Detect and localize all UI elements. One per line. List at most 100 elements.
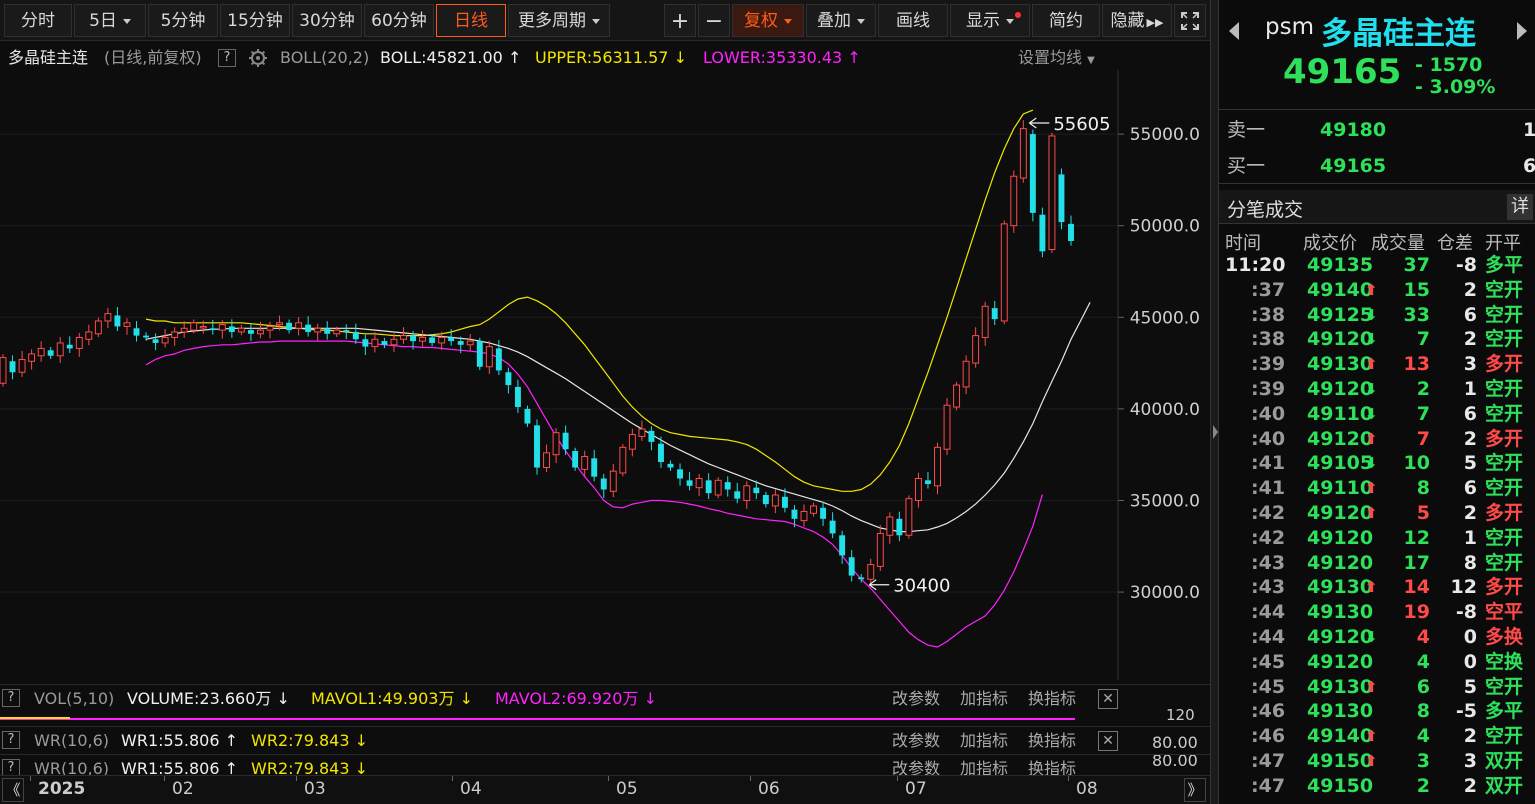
- tick-volume: 6: [1416, 675, 1430, 698]
- hide-panel-button[interactable]: 隐藏 ▶▶: [1102, 4, 1172, 37]
- candle: [343, 324, 350, 340]
- candle-body: [476, 341, 483, 367]
- simple-mode-button[interactable]: 简约: [1032, 4, 1100, 37]
- wr-add-indicator-button[interactable]: 加指标: [960, 727, 1008, 755]
- candle: [133, 321, 140, 342]
- candle: [820, 501, 827, 526]
- ticks-detail-button[interactable]: 详: [1507, 194, 1533, 220]
- candle-body: [1010, 175, 1018, 227]
- candle-body: [66, 344, 73, 349]
- candle-body: [257, 329, 264, 335]
- tab-0[interactable]: 分时: [4, 4, 72, 37]
- tab-label: 5日: [89, 11, 117, 31]
- tick-time: :41: [1251, 477, 1286, 500]
- wr-close-icon[interactable]: ✕: [1098, 731, 1118, 751]
- tab-2[interactable]: 5分钟: [148, 4, 218, 37]
- tick-volume: 4: [1416, 650, 1430, 673]
- candle-body: [820, 507, 827, 519]
- wr-help-button[interactable]: ?: [2, 731, 20, 749]
- fullscreen-icon[interactable]: [1174, 4, 1206, 37]
- ticks-header: 分笔成交 详: [1219, 190, 1535, 224]
- vol-close-icon[interactable]: ✕: [1098, 689, 1118, 709]
- tick-oi-change: 6: [1463, 303, 1477, 326]
- tab-label: 更多周期: [518, 11, 586, 31]
- scroll-right-button[interactable]: 》: [1184, 778, 1206, 802]
- candle-body: [724, 482, 731, 490]
- boll-arrow: ↑: [507, 48, 522, 67]
- tick-price: 49140: [1307, 725, 1374, 748]
- tick-price: 49120: [1307, 502, 1374, 524]
- ticks-col-header: 开平: [1485, 233, 1521, 254]
- vol-indicator-name[interactable]: VOL(5,10): [34, 685, 114, 713]
- tick-time: :42: [1251, 526, 1286, 549]
- tick-price: 49120: [1307, 427, 1374, 450]
- indicator-name[interactable]: BOLL(20,2): [280, 46, 369, 70]
- upper-arrow: ↓: [673, 48, 687, 67]
- candle-body: [896, 518, 903, 536]
- zoom-in-button[interactable]: +: [664, 4, 696, 37]
- tick-oi-change: 2: [1463, 427, 1477, 450]
- wr-switch-indicator-button[interactable]: 换指标: [1028, 727, 1076, 755]
- tick-volume: 2: [1416, 378, 1430, 400]
- vol-change-params-button[interactable]: 改参数: [892, 685, 940, 713]
- panel-splitter[interactable]: [1210, 0, 1219, 804]
- candle-body: [371, 338, 379, 348]
- candle: [534, 419, 540, 475]
- volume-value-text: VOLUME:23.660万: [127, 689, 272, 708]
- arrow-down-icon: ⬇: [1365, 404, 1378, 423]
- display-dropdown[interactable]: 显示: [950, 4, 1030, 37]
- scroll-left-button[interactable]: 《: [2, 778, 24, 802]
- candle-body: [810, 505, 817, 514]
- tab-3[interactable]: 15分钟: [220, 4, 290, 37]
- draw-line-button[interactable]: 画线: [878, 4, 948, 37]
- candle-body: [266, 325, 274, 331]
- vol-add-indicator-button[interactable]: 加指标: [960, 685, 1008, 713]
- wr2-switch-indicator-button[interactable]: 换指标: [1028, 755, 1076, 775]
- wr2-add-indicator-button[interactable]: 加指标: [960, 755, 1008, 775]
- candlestick-chart[interactable]: 55000.0 50000.0 45000.0 40000.0 35000.0 30000…: [0, 70, 1210, 680]
- candle-body: [934, 446, 941, 487]
- tab-6[interactable]: 日线: [436, 4, 506, 37]
- vol-help-button[interactable]: ?: [2, 689, 20, 707]
- tick-volume: 17: [1403, 551, 1430, 574]
- zoom-out-button[interactable]: −: [698, 4, 730, 37]
- help-button[interactable]: ?: [218, 49, 236, 67]
- tick-oi-change: 2: [1463, 278, 1477, 301]
- tab-5[interactable]: 60分钟: [364, 4, 434, 37]
- tab-4[interactable]: 30分钟: [292, 4, 362, 37]
- wr2-indicator-name[interactable]: WR(10,6): [34, 755, 109, 775]
- volume-arrow: ↓: [276, 689, 290, 708]
- candle-body: [714, 479, 722, 496]
- set-ma-dropdown[interactable]: 设置均线 ▼: [1018, 46, 1095, 73]
- vol-switch-indicator-button[interactable]: 换指标: [1028, 685, 1076, 713]
- caret-down-icon: ▼: [1087, 55, 1095, 66]
- overlay-dropdown[interactable]: 叠加: [806, 4, 876, 37]
- candle: [180, 321, 188, 338]
- lower-value-text: LOWER:35330.43: [703, 48, 843, 67]
- tick-oi-change: 2: [1463, 502, 1477, 524]
- wr2-change-params-button[interactable]: 改参数: [892, 755, 940, 775]
- next-instrument-icon[interactable]: [1517, 22, 1527, 40]
- tab-7[interactable]: 更多周期: [508, 4, 610, 37]
- last-price: 49165: [1283, 52, 1402, 92]
- wr2-help-button[interactable]: ?: [2, 759, 20, 775]
- candle-body: [791, 509, 798, 519]
- tick-row: :40 49120 ⬆ 7 2 多开: [1219, 427, 1535, 452]
- candle-body: [18, 358, 26, 373]
- candle: [1039, 207, 1046, 258]
- tab-1[interactable]: 5日: [74, 4, 146, 37]
- wr1-arrow: ↑: [224, 731, 238, 750]
- tick-open-close: 空开: [1485, 477, 1524, 500]
- wr-indicator-name[interactable]: WR(10,6): [34, 727, 109, 755]
- instrument-title: 多晶硅主连: [1321, 16, 1476, 52]
- fuquan-dropdown[interactable]: 复权: [732, 4, 804, 37]
- price-tick-label: 55000.0: [1130, 125, 1200, 145]
- wr2-arrow: ↓: [354, 731, 368, 750]
- prev-instrument-icon[interactable]: [1229, 22, 1239, 40]
- candle: [562, 425, 569, 456]
- candle: [209, 319, 216, 335]
- wr-change-params-button[interactable]: 改参数: [892, 727, 940, 755]
- candle-body: [848, 557, 855, 576]
- wr-scale: 80.00: [1152, 733, 1198, 752]
- expand-arrow-icon[interactable]: [1213, 425, 1218, 439]
